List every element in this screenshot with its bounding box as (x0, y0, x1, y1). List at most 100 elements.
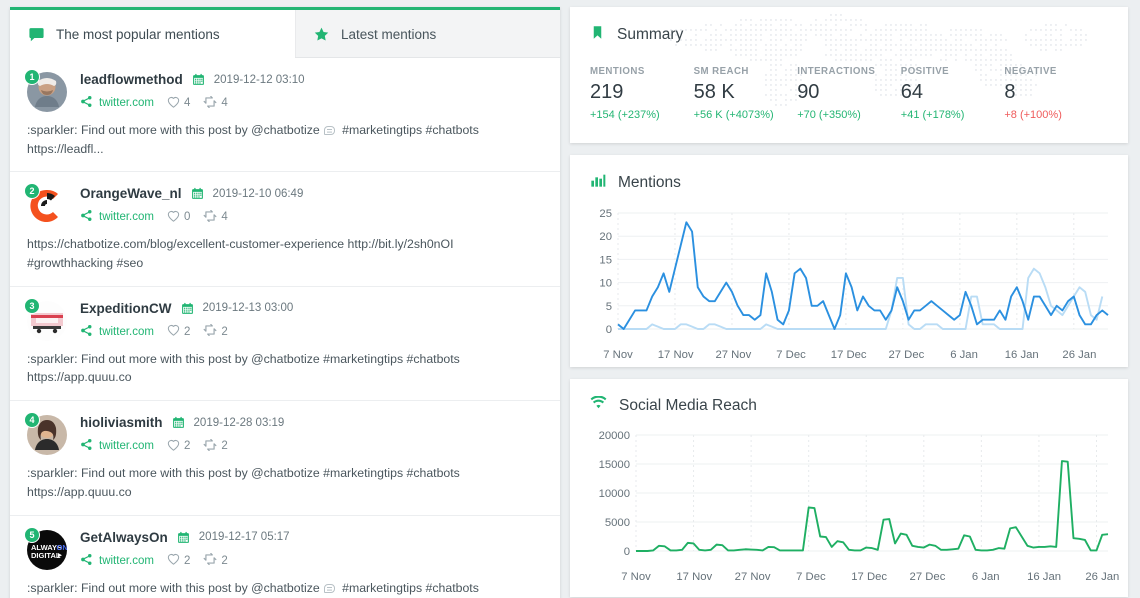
mention-text: :sparkler: Find out more with this post … (27, 121, 543, 158)
share-icon (80, 324, 93, 340)
mention-author[interactable]: OrangeWave_nl (80, 186, 182, 201)
mentions-tabbar: The most popular mentions Latest mention… (10, 10, 560, 58)
chart-title: Mentions (618, 174, 681, 192)
mention-author[interactable]: ExpeditionCW (80, 301, 172, 316)
comment-icon (28, 26, 45, 43)
mention-meta-row: GetAlwaysOn 2019-12-17 05:17 (80, 528, 543, 547)
avatar[interactable]: 2 (27, 186, 67, 226)
kpi-delta: +8 (+100%) (1004, 109, 1108, 121)
avatar[interactable]: 5 ALWAYSONDIGITAL (27, 530, 67, 570)
mention-item[interactable]: 2 OrangeWave_nl 2019-12-10 06:49 twitter… (10, 172, 560, 286)
mention-item[interactable]: 1 leadflowmethod 2019-12-12 03:10 twitte… (10, 58, 560, 172)
retweets-stat: 4 (203, 210, 227, 225)
heart-icon (167, 439, 180, 454)
mention-date: 2019-12-17 05:17 (199, 531, 290, 543)
calendar-icon (191, 187, 204, 200)
page-title: Summary (617, 26, 683, 44)
mention-text: :sparkler: Find out more with this post … (27, 579, 543, 598)
mention-meta-row: leadflowmethod 2019-12-12 03:10 (80, 70, 543, 89)
mention-header: 1 leadflowmethod 2019-12-12 03:10 twitte… (27, 70, 543, 112)
mentions-chart-card: Mentions 0510152025 7 Nov17 Nov27 Nov7 D… (570, 155, 1128, 367)
likes-count: 2 (184, 326, 190, 338)
mention-stats-row: twitter.com 2 2 (80, 553, 543, 569)
mention-source-link[interactable]: twitter.com (80, 209, 154, 225)
avatar[interactable]: 1 (27, 72, 67, 112)
reach-chart-card: Social Media Reach 05000100001500020000 … (570, 379, 1128, 597)
heart-icon (167, 324, 180, 339)
likes-count: 2 (184, 440, 190, 452)
kpi-negative: NEGATIVE 8 +8 (+100%) (1004, 66, 1108, 121)
mention-author[interactable]: hioliviasmith (80, 415, 163, 430)
tab-most-popular-mentions[interactable]: The most popular mentions (10, 10, 295, 58)
bookmark-icon (590, 24, 605, 46)
x-tick-label: 7 Nov (621, 571, 651, 583)
x-tick-label: 6 Jan (950, 349, 978, 361)
retweet-icon (203, 210, 217, 225)
summary-title-row: Summary (570, 7, 1128, 46)
mention-author[interactable]: GetAlwaysOn (80, 530, 168, 545)
x-tick-label: 16 Jan (1027, 571, 1061, 583)
mention-item[interactable]: 4 hioliviasmith 2019-12-28 03:19 twitter… (10, 401, 560, 515)
summary-card: Summary MENTIONS 219 +154 (+237%) SM REA… (570, 7, 1128, 143)
kpi-interactions: INTERACTIONS 90 +70 (+350%) (797, 66, 901, 121)
retweets-stat: 2 (203, 439, 227, 454)
y-tick-label: 25 (599, 208, 612, 220)
mention-text-before: :sparkler: Find out more with this post … (27, 352, 460, 385)
kpi-delta: +70 (+350%) (797, 109, 901, 121)
mention-source-link[interactable]: twitter.com (80, 95, 154, 111)
source-label: twitter.com (99, 555, 154, 567)
heart-icon (167, 553, 180, 568)
kpi-value: 64 (901, 81, 1005, 104)
mention-body: OrangeWave_nl 2019-12-10 06:49 twitter.c… (80, 184, 543, 226)
retweets-count: 4 (221, 211, 227, 223)
kpi-delta: +154 (+237%) (590, 109, 694, 121)
x-tick-label: 7 Nov (603, 349, 633, 361)
retweets-stat: 2 (203, 553, 227, 568)
x-tick-label: 17 Nov (676, 571, 712, 583)
x-tick-label: 26 Jan (1062, 349, 1096, 361)
kpi-delta: +41 (+178%) (901, 109, 1005, 121)
mention-text: https://chatbotize.com/blog/excellent-cu… (27, 235, 543, 272)
kpi-delta: +56 K (+4073%) (694, 109, 798, 121)
tab-label: The most popular mentions (56, 27, 220, 42)
source-label: twitter.com (99, 211, 154, 223)
y-tick-label: 5000 (605, 517, 630, 529)
mention-item[interactable]: 5 ALWAYSONDIGITAL GetAlwaysOn 2019-12-17… (10, 516, 560, 598)
mention-item[interactable]: 3 ExpeditionCW 2019-12-13 03:00 twitter.… (10, 287, 560, 401)
mention-source-link[interactable]: twitter.com (80, 553, 154, 569)
kpi-label: INTERACTIONS (797, 66, 901, 77)
mention-author[interactable]: leadflowmethod (80, 72, 183, 87)
mention-stats-row: twitter.com 0 4 (80, 209, 543, 225)
retweets-count: 2 (221, 440, 227, 452)
kpi-value: 8 (1004, 81, 1108, 104)
mention-text: :sparkler: Find out more with this post … (27, 350, 543, 387)
retweets-count: 2 (221, 326, 227, 338)
y-tick-label: 10 (599, 278, 612, 290)
mentions-chart-xaxis: 7 Nov17 Nov27 Nov7 Dec17 Dec27 Dec6 Jan1… (618, 349, 1108, 367)
rank-badge: 4 (24, 412, 40, 428)
mention-date: 2019-12-28 03:19 (194, 417, 285, 429)
x-tick-label: 27 Dec (910, 571, 946, 583)
mention-text-before: :sparkler: Find out more with this post … (27, 466, 460, 499)
kpi-label: NEGATIVE (1004, 66, 1108, 77)
kpi-label: SM REACH (694, 66, 798, 77)
mentions-chart-title-row: Mentions (570, 155, 1128, 193)
tab-latest-mentions[interactable]: Latest mentions (295, 10, 560, 58)
summary-kpis: MENTIONS 219 +154 (+237%) SM REACH 58 K … (570, 46, 1128, 121)
mention-source-link[interactable]: twitter.com (80, 438, 154, 454)
mentions-column: The most popular mentions Latest mention… (0, 0, 570, 598)
mention-date: 2019-12-10 06:49 (213, 188, 304, 200)
mention-source-link[interactable]: twitter.com (80, 324, 154, 340)
likes-count: 4 (184, 97, 190, 109)
mention-body: leadflowmethod 2019-12-12 03:10 twitter.… (80, 70, 543, 112)
svg-text:DIGITAL: DIGITAL (31, 551, 61, 560)
x-tick-label: 7 Dec (796, 571, 826, 583)
star-icon (313, 26, 330, 43)
mention-stats-row: twitter.com 4 4 (80, 95, 543, 111)
mention-body: ExpeditionCW 2019-12-13 03:00 twitter.co… (80, 299, 543, 341)
mention-date: 2019-12-13 03:00 (203, 302, 294, 314)
avatar[interactable]: 3 (27, 301, 67, 341)
avatar[interactable]: 4 (27, 415, 67, 455)
x-tick-label: 17 Dec (851, 571, 887, 583)
y-tick-label: 20 (599, 231, 612, 243)
